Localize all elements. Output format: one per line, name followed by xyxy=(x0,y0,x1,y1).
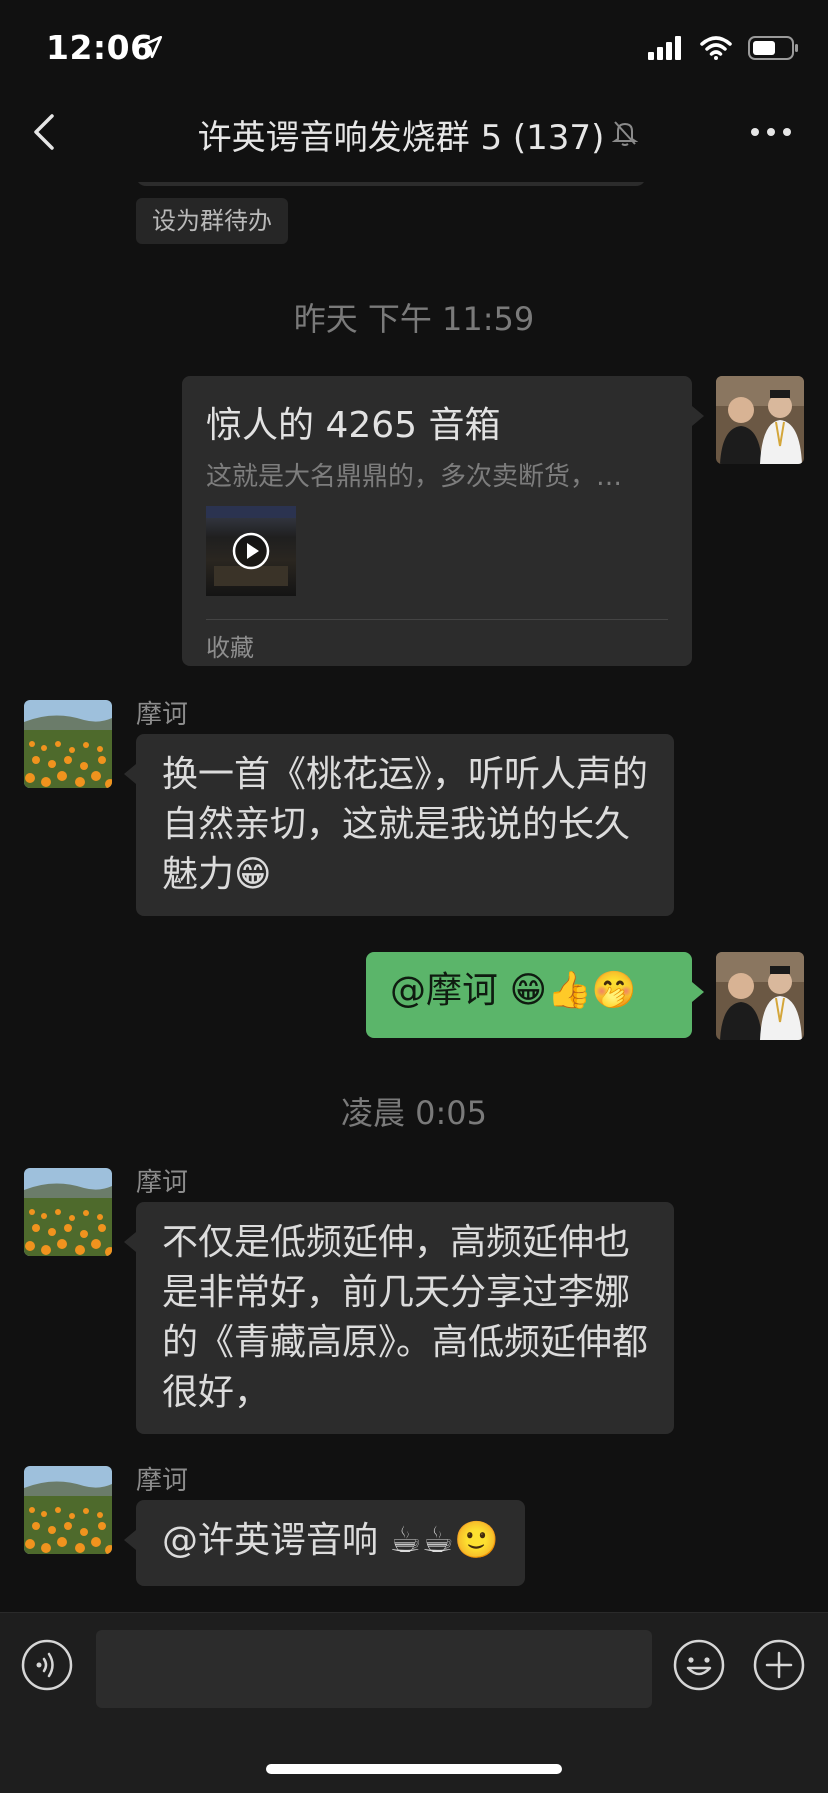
sender-avatar[interactable] xyxy=(24,1466,112,1554)
wifi-icon xyxy=(700,36,732,60)
card-description: 这就是大名鼎鼎的，多次卖断货，… xyxy=(206,462,623,492)
self-avatar[interactable] xyxy=(716,376,804,464)
timestamp: 昨天 下午 11:59 xyxy=(293,300,535,338)
message-text: 不仅是低频延伸，高频延伸也是非常好，前几天分享过李娜的《青藏高原》。高低频延伸都… xyxy=(162,1222,649,1413)
message-text: 换一首《桃花运》，听听人声的自然亲切，这就是我说的长久魅力😁 xyxy=(162,754,649,895)
location-arrow-icon xyxy=(139,35,163,59)
battery-icon xyxy=(748,36,798,60)
card-title: 惊人的 4265 音箱 xyxy=(206,405,501,446)
sender-avatar[interactable] xyxy=(24,700,112,788)
card-divider xyxy=(206,619,668,620)
message-text: @摩诃 😁👍🤭 xyxy=(390,970,637,1011)
set-group-todo-button[interactable]: 设为群待办 xyxy=(136,198,288,244)
emoji-icon[interactable] xyxy=(672,1638,726,1692)
cellular-signal-icon xyxy=(648,36,681,60)
timestamp: 凌晨 0:05 xyxy=(340,1094,488,1132)
play-icon[interactable] xyxy=(231,531,271,571)
message-text: @许英谔音响 ☕☕🙂 xyxy=(162,1520,499,1561)
sender-avatar[interactable] xyxy=(24,1168,112,1256)
self-avatar[interactable] xyxy=(716,952,804,1040)
message-bubble[interactable]: @许英谔音响 ☕☕🙂 xyxy=(124,1500,525,1586)
more-dots-icon[interactable] xyxy=(748,118,794,146)
mute-bell-icon xyxy=(612,121,638,146)
sent-message-bubble[interactable]: @摩诃 😁👍🤭 xyxy=(366,952,704,1038)
sender-name: 摩诃 xyxy=(136,1466,189,1496)
message-bubble[interactable]: 换一首《桃花运》，听听人声的自然亲切，这就是我说的长久魅力😁 xyxy=(124,734,674,916)
home-indicator[interactable] xyxy=(266,1764,562,1774)
status-icons xyxy=(648,34,800,62)
message-input[interactable] xyxy=(96,1630,652,1708)
sender-name: 摩诃 xyxy=(136,1168,189,1198)
sender-name: 摩诃 xyxy=(136,700,189,730)
video-thumbnail[interactable] xyxy=(206,506,296,596)
voice-icon[interactable] xyxy=(20,1638,74,1692)
chat-title: 许英谔音响发烧群 5 (137) xyxy=(197,118,605,158)
message-bubble[interactable]: 不仅是低频延伸，高频延伸也是非常好，前几天分享过李娜的《青藏高原》。高低频延伸都… xyxy=(124,1202,674,1434)
favorite-card-message[interactable]: 惊人的 4265 音箱 这就是大名鼎鼎的，多次卖断货，… 收藏 xyxy=(182,376,704,666)
card-source: 收藏 xyxy=(206,634,254,662)
plus-icon[interactable] xyxy=(752,1638,806,1692)
